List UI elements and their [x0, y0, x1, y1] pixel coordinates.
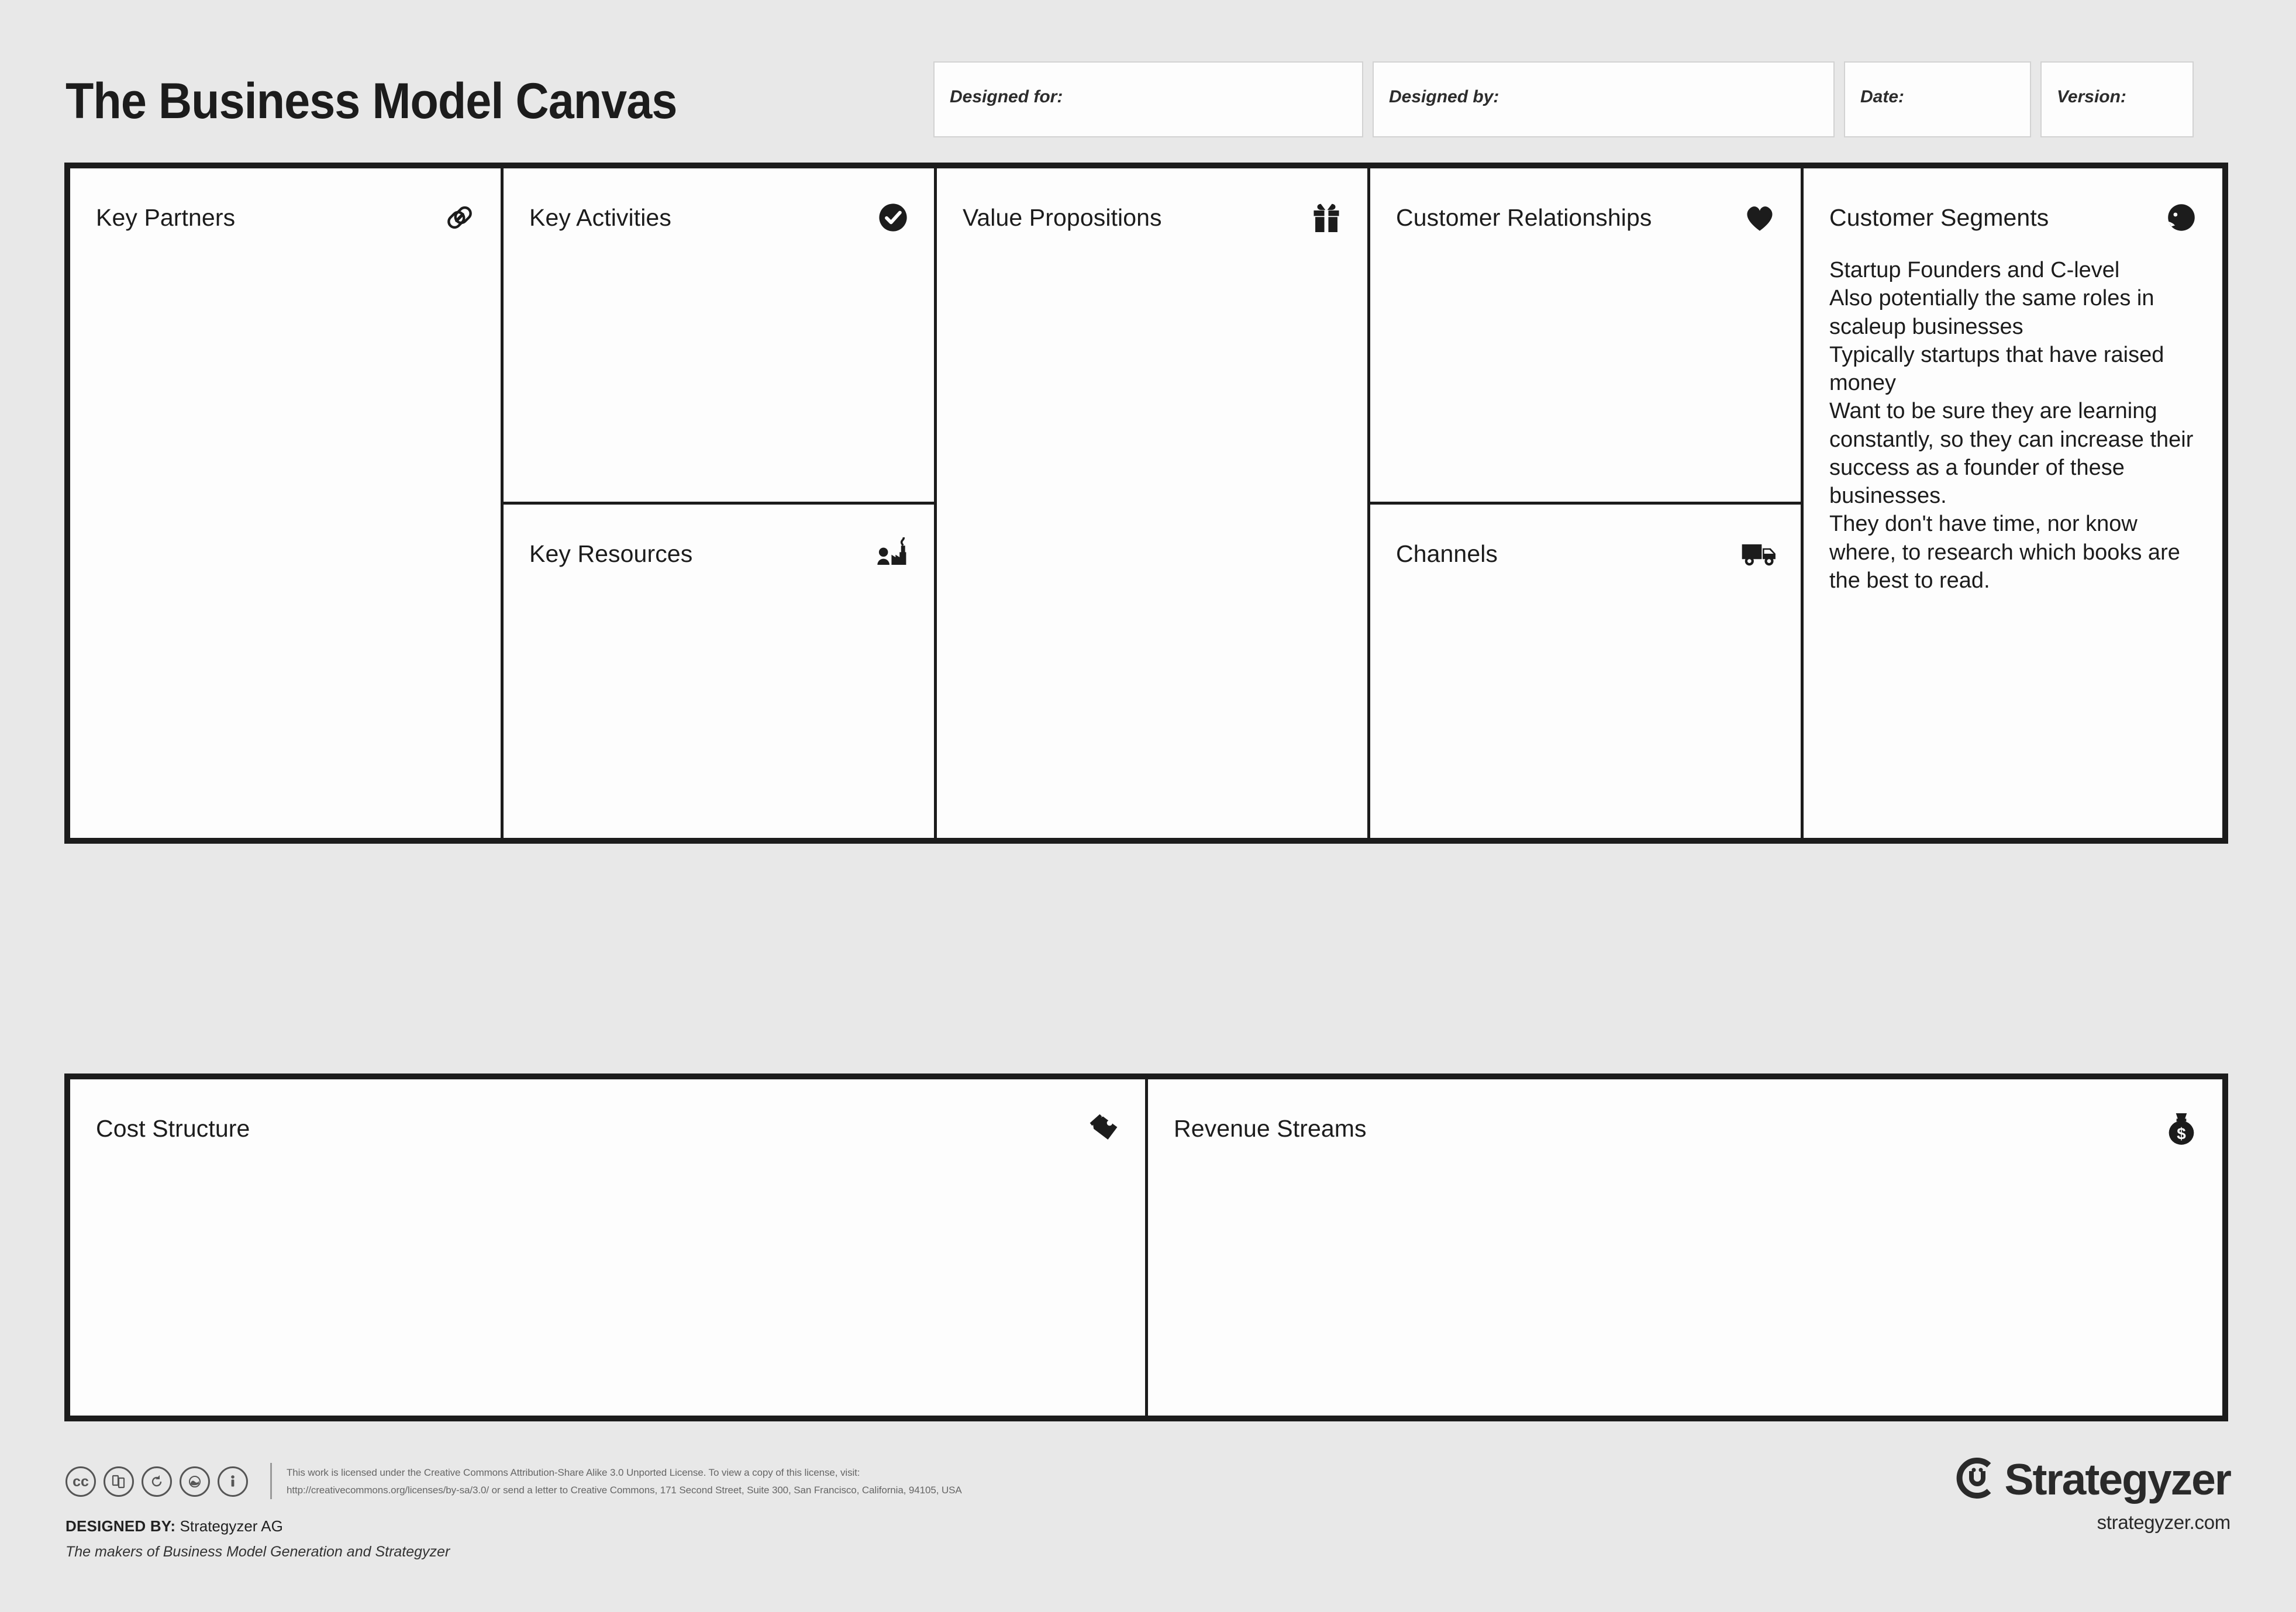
- block-value-propositions[interactable]: Value Propositions: [937, 168, 1367, 838]
- customer-relationships-header: Customer Relationships: [1370, 199, 1801, 236]
- designed-by-field[interactable]: Designed by:: [1373, 61, 1835, 137]
- customer-segments-content[interactable]: Startup Founders and C-level Also potent…: [1829, 256, 2206, 826]
- key-resources-content[interactable]: [529, 592, 918, 826]
- revenue-streams-cell[interactable]: Revenue Streams $: [1148, 1079, 2222, 1416]
- delivery-truck-icon: [1741, 535, 1778, 572]
- value-propositions-cell[interactable]: Value Propositions: [937, 168, 1367, 838]
- cc-share-icon: [104, 1466, 134, 1497]
- strategyzer-brand[interactable]: Strategyzer strategyzer.com: [1955, 1455, 2232, 1534]
- key-activities-title: Key Activities: [529, 203, 671, 231]
- cc-icon: cc: [65, 1466, 96, 1497]
- heart-icon: [1741, 199, 1778, 236]
- customer-segments-cell[interactable]: Customer Segments Startup Founders and C…: [1804, 168, 2222, 838]
- designed-by-value: Strategyzer AG: [180, 1517, 283, 1535]
- key-partners-content[interactable]: [96, 256, 484, 826]
- key-resources-title: Key Resources: [529, 540, 693, 567]
- designed-by-label: Designed by:: [1389, 87, 1499, 106]
- strategyzer-wordmark: Strategyzer: [2004, 1455, 2232, 1504]
- designed-by-prefix: DESIGNED BY:: [65, 1517, 176, 1535]
- revenue-streams-title: Revenue Streams: [1174, 1114, 1367, 1142]
- revenue-streams-header: Revenue Streams $: [1148, 1110, 2222, 1147]
- cost-structure-header: Cost Structure: [70, 1110, 1145, 1147]
- price-tag-icon: [1085, 1110, 1123, 1147]
- person-head-icon: [2163, 199, 2200, 236]
- canvas-grid-top: Key Partners Key Activities Key Resource…: [64, 163, 2228, 844]
- cc-sharealike-icon: [142, 1466, 172, 1497]
- cost-structure-title: Cost Structure: [96, 1114, 250, 1142]
- key-activities-content[interactable]: [529, 256, 918, 490]
- value-propositions-content[interactable]: [963, 256, 1351, 826]
- customer-segments-header: Customer Segments: [1804, 199, 2222, 236]
- page-header: The Business Model Canvas Designed for: …: [0, 0, 2296, 164]
- channels-content[interactable]: [1396, 592, 1784, 826]
- makers-tagline: The makers of Business Model Generation …: [65, 1544, 450, 1560]
- money-bag-icon: $: [2163, 1110, 2200, 1147]
- value-propositions-title: Value Propositions: [963, 203, 1162, 231]
- svg-text:$: $: [2177, 1125, 2186, 1143]
- footer-divider: [270, 1463, 272, 1499]
- page-title: The Business Model Canvas: [65, 73, 677, 129]
- block-customer-segments[interactable]: Customer Segments Startup Founders and C…: [1804, 168, 2222, 838]
- key-partners-cell[interactable]: Key Partners: [70, 168, 501, 838]
- check-circle-icon: [874, 199, 912, 236]
- license-text: This work is licensed under the Creative…: [287, 1464, 1047, 1499]
- header-meta-fields: Designed for: Designed by: Date: Version…: [933, 61, 2194, 137]
- block-cost-structure[interactable]: Cost Structure: [70, 1079, 1145, 1416]
- license-line-2: http://creativecommons.org/licenses/by-s…: [287, 1484, 962, 1496]
- canvas-grid-bottom: Cost Structure Revenue Streams $: [64, 1073, 2228, 1421]
- designed-for-field[interactable]: Designed for:: [933, 61, 1363, 137]
- designed-for-label: Designed for:: [950, 87, 1063, 106]
- date-label: Date:: [1860, 87, 1905, 106]
- key-activities-cell[interactable]: Key Activities: [504, 168, 934, 502]
- version-field[interactable]: Version:: [2040, 61, 2194, 137]
- block-revenue-streams[interactable]: Revenue Streams $: [1148, 1079, 2222, 1416]
- cost-structure-cell[interactable]: Cost Structure: [70, 1079, 1145, 1416]
- strategyzer-logo-icon: [1955, 1456, 1999, 1503]
- date-field[interactable]: Date:: [1844, 61, 2031, 137]
- license-line-1: This work is licensed under the Creative…: [287, 1467, 860, 1478]
- block-key-partners[interactable]: Key Partners: [70, 168, 501, 838]
- value-propositions-header: Value Propositions: [937, 199, 1367, 236]
- strategyzer-url[interactable]: strategyzer.com: [1955, 1511, 2231, 1534]
- cost-structure-content[interactable]: [96, 1167, 1129, 1404]
- cc-remix-icon: [180, 1466, 210, 1497]
- channels-header: Channels: [1370, 535, 1801, 572]
- version-label: Version:: [2057, 87, 2126, 106]
- block-customer-relationships-channels: Customer Relationships Channels: [1370, 168, 1801, 838]
- block-key-activities-resources: Key Activities Key Resources: [504, 168, 934, 838]
- gift-icon: [1308, 199, 1345, 236]
- key-activities-header: Key Activities: [504, 199, 934, 236]
- factory-worker-icon: [874, 535, 912, 572]
- customer-segments-title: Customer Segments: [1829, 203, 2049, 231]
- key-resources-cell[interactable]: Key Resources: [504, 505, 934, 838]
- channels-cell[interactable]: Channels: [1370, 505, 1801, 838]
- key-partners-title: Key Partners: [96, 203, 236, 231]
- revenue-streams-content[interactable]: [1174, 1167, 2206, 1404]
- customer-relationships-cell[interactable]: Customer Relationships: [1370, 168, 1801, 502]
- creative-commons-badges: cc: [65, 1466, 248, 1497]
- key-resources-header: Key Resources: [504, 535, 934, 572]
- page-footer: cc This work is licensed under the Creat…: [0, 1432, 2296, 1608]
- channels-title: Channels: [1396, 540, 1498, 567]
- chain-link-icon: [441, 199, 478, 236]
- designed-by-credit: DESIGNED BY: Strategyzer AG: [65, 1517, 283, 1535]
- customer-relationships-title: Customer Relationships: [1396, 203, 1652, 231]
- key-partners-header: Key Partners: [70, 199, 501, 236]
- cc-attribution-icon: [218, 1466, 248, 1497]
- customer-relationships-content[interactable]: [1396, 256, 1784, 490]
